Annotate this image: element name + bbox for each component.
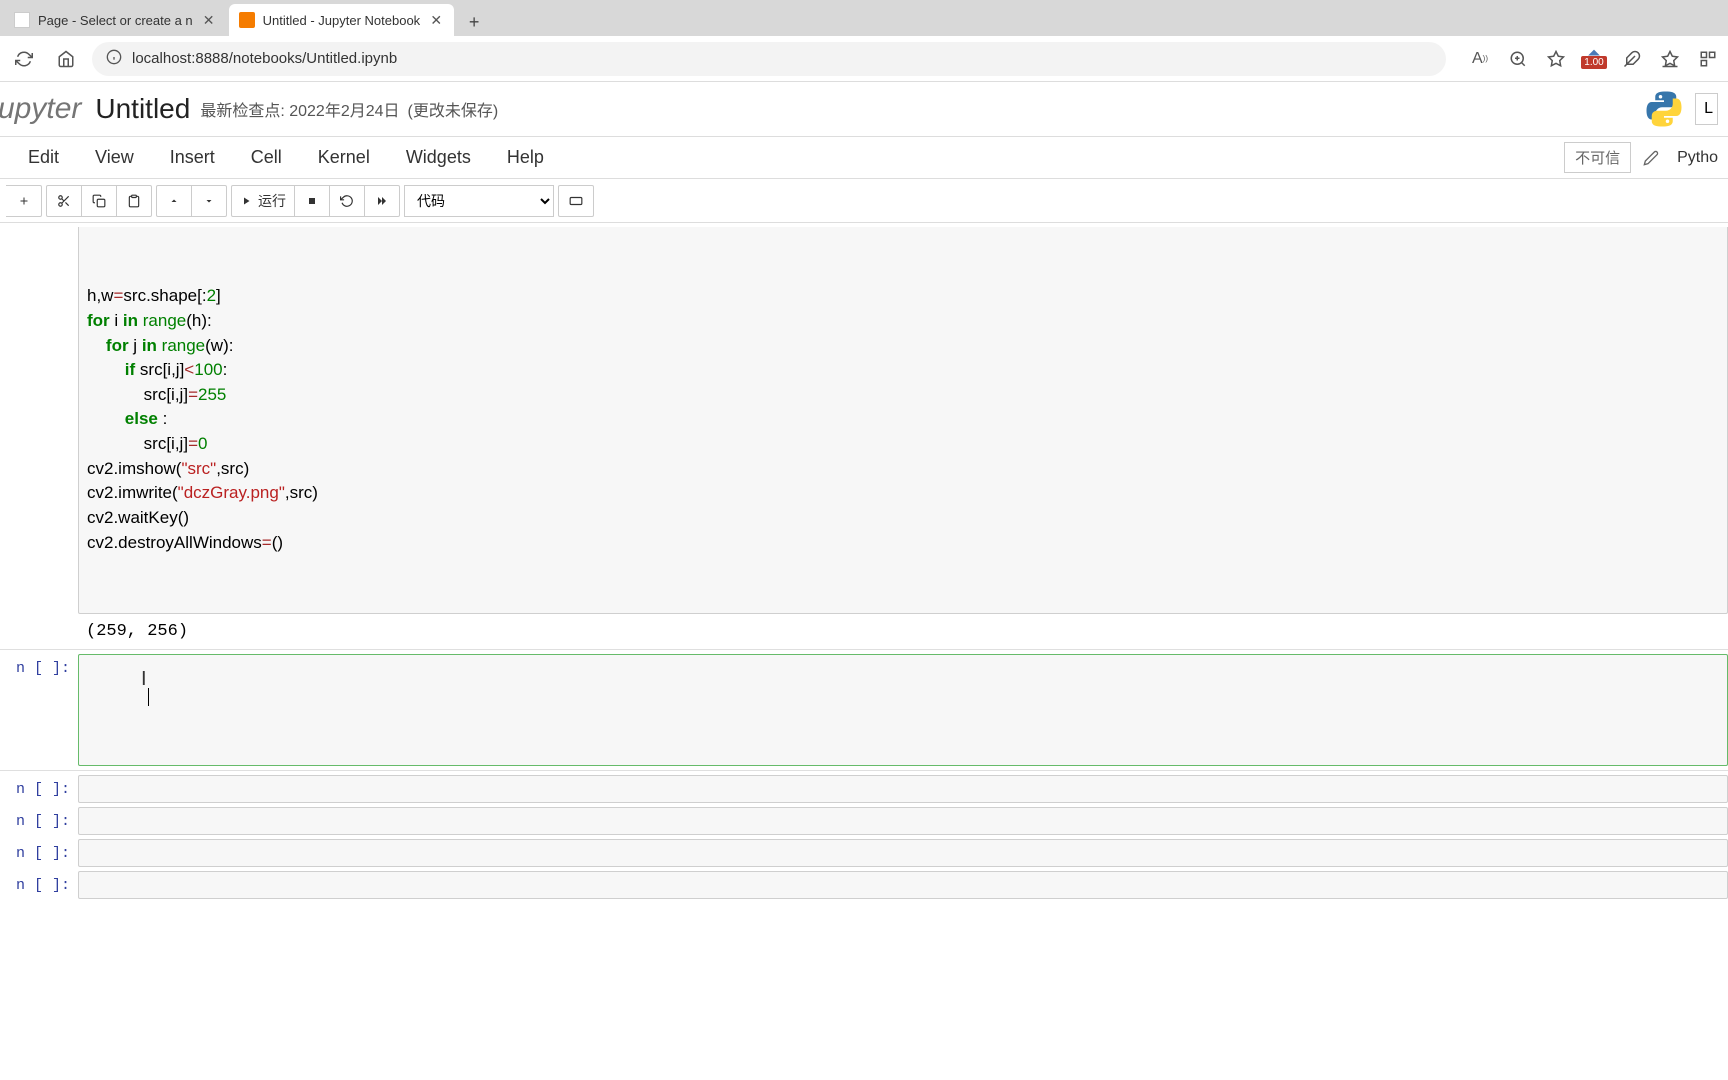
code-input[interactable]: h,w=src.shape[:2]for i in range(h): for …	[78, 227, 1728, 614]
run-label: 运行	[258, 191, 286, 211]
code-input-empty-4[interactable]	[78, 839, 1728, 867]
paste-button[interactable]	[116, 185, 152, 217]
ibeam-cursor-icon: I	[141, 665, 147, 694]
cell-prompt-empty-2: n [ ]:	[0, 775, 78, 803]
text-cursor	[148, 688, 149, 706]
checkpoint-label: 最新检查点: 2022年2月24日	[200, 97, 399, 121]
menu-edit[interactable]: Edit	[10, 141, 77, 174]
home-icon[interactable]	[50, 43, 82, 75]
code-cell-active[interactable]: n [ ]: I	[0, 654, 1728, 767]
code-input-empty-3[interactable]	[78, 807, 1728, 835]
kernel-name[interactable]: Pytho	[1671, 149, 1718, 167]
browser-tab-strip: Page - Select or create a n ✕ Untitled -…	[0, 0, 1728, 36]
menu-help[interactable]: Help	[489, 141, 562, 174]
python-logo-icon	[1643, 88, 1685, 130]
scale-indicator[interactable]: 1.00	[1582, 47, 1606, 71]
browser-right-icons: A)) 1.00	[1468, 47, 1720, 71]
page-favicon	[14, 12, 30, 28]
copy-button[interactable]	[81, 185, 117, 217]
menu-cell[interactable]: Cell	[233, 141, 300, 174]
favorites-bar-icon[interactable]	[1658, 47, 1682, 71]
menu-widgets[interactable]: Widgets	[388, 141, 489, 174]
toolbar: 运行 代码	[0, 179, 1728, 223]
menu-view[interactable]: View	[77, 141, 152, 174]
cell-prompt-empty-4: n [ ]:	[0, 839, 78, 867]
url-input[interactable]: localhost:8888/notebooks/Untitled.ipynb	[92, 42, 1446, 76]
code-cell-empty-2[interactable]: n [ ]:	[0, 775, 1728, 803]
interrupt-button[interactable]	[294, 185, 330, 217]
favorite-icon[interactable]	[1544, 47, 1568, 71]
cell-prompt-empty-5: n [ ]:	[0, 871, 78, 899]
new-tab-button[interactable]: +	[460, 8, 488, 36]
trusted-indicator[interactable]: 不可信	[1564, 142, 1631, 173]
cell-prompt	[0, 227, 78, 614]
scale-badge: 1.00	[1581, 56, 1606, 69]
extensions-icon[interactable]	[1620, 47, 1644, 71]
reader-icon[interactable]: A))	[1468, 47, 1492, 71]
cell-prompt-empty-1: n [ ]:	[0, 654, 78, 767]
tab-2-title: Untitled - Jupyter Notebook	[263, 13, 421, 28]
code-input-active[interactable]: I	[78, 654, 1728, 767]
code-cell-executed[interactable]: h,w=src.shape[:2]for i in range(h): for …	[0, 227, 1728, 614]
out-prompt	[0, 618, 78, 645]
jupyter-favicon	[239, 12, 255, 28]
code-input-empty-2[interactable]	[78, 775, 1728, 803]
unsaved-indicator: (更改未保存)	[408, 97, 499, 121]
code-cell-empty-3[interactable]: n [ ]:	[0, 807, 1728, 835]
notebook-title[interactable]: Untitled	[95, 93, 190, 125]
info-icon	[106, 49, 122, 69]
menu-bar: Edit View Insert Cell Kernel Widgets Hel…	[0, 137, 1728, 179]
cell-output: (259, 256)	[78, 618, 1728, 645]
close-tab-2-icon[interactable]: ✕	[428, 12, 444, 28]
run-button[interactable]: 运行	[231, 185, 295, 217]
code-cell-empty-4[interactable]: n [ ]:	[0, 839, 1728, 867]
cut-button[interactable]	[46, 185, 82, 217]
move-up-button[interactable]	[156, 185, 192, 217]
output-row: (259, 256)	[0, 618, 1728, 645]
restart-button[interactable]	[329, 185, 365, 217]
zoom-icon[interactable]	[1506, 47, 1530, 71]
notebook-area: h,w=src.shape[:2]for i in range(h): for …	[0, 227, 1728, 923]
edit-icon[interactable]	[1637, 144, 1665, 172]
notebook-header: upyter Untitled 最新检查点: 2022年2月24日 (更改未保存…	[0, 82, 1728, 137]
add-cell-button[interactable]	[6, 185, 42, 217]
logout-button-partial[interactable]: L	[1695, 93, 1718, 125]
browser-tab-1[interactable]: Page - Select or create a n ✕	[4, 4, 227, 36]
cell-prompt-empty-3: n [ ]:	[0, 807, 78, 835]
code-cell-empty-5[interactable]: n [ ]:	[0, 871, 1728, 899]
command-palette-button[interactable]	[558, 185, 594, 217]
code-input-empty-5[interactable]	[78, 871, 1728, 899]
url-text: localhost:8888/notebooks/Untitled.ipynb	[132, 50, 397, 67]
collections-icon[interactable]	[1696, 47, 1720, 71]
menu-insert[interactable]: Insert	[152, 141, 233, 174]
browser-tab-2[interactable]: Untitled - Jupyter Notebook ✕	[229, 4, 455, 36]
restart-run-all-button[interactable]	[364, 185, 400, 217]
tab-1-title: Page - Select or create a n	[38, 13, 193, 28]
move-down-button[interactable]	[191, 185, 227, 217]
close-tab-1-icon[interactable]: ✕	[201, 12, 217, 28]
menu-kernel[interactable]: Kernel	[300, 141, 388, 174]
refresh-icon[interactable]	[8, 43, 40, 75]
cell-type-select[interactable]: 代码	[404, 185, 554, 217]
jupyter-logo: upyter	[0, 92, 81, 126]
address-bar: localhost:8888/notebooks/Untitled.ipynb …	[0, 36, 1728, 82]
